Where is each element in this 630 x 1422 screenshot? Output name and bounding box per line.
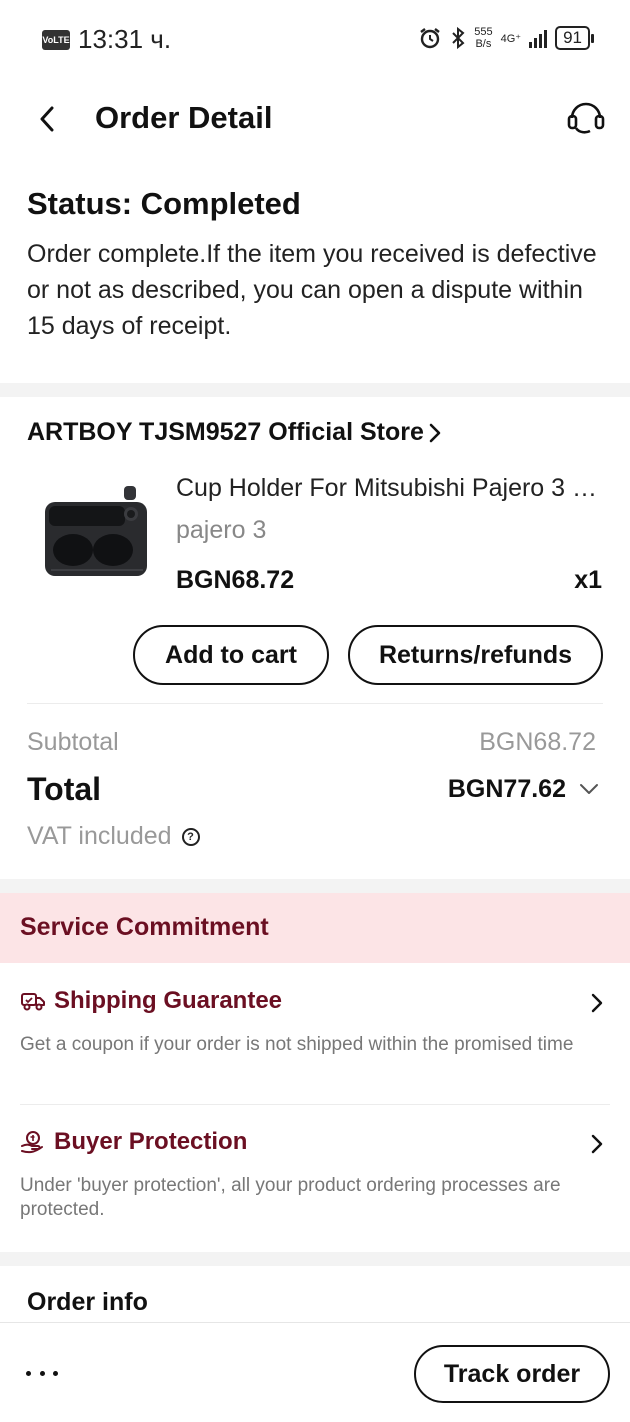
product-price: BGN68.72 <box>176 566 295 594</box>
app-header: Order Detail <box>0 82 630 154</box>
status-bar: VoLTE 13:31 ч. 555 B/s 4G⁺ 91 <box>0 0 630 80</box>
subtotal-label: Subtotal <box>27 728 119 756</box>
section-divider <box>0 383 630 397</box>
status-description: Order complete.If the item you received … <box>27 240 597 340</box>
shipping-guarantee-title: Shipping Guarantee <box>54 987 283 1014</box>
chevron-right-icon <box>586 991 608 1015</box>
vat-label: VAT included <box>27 822 172 850</box>
network-speed: 555 B/s <box>474 26 493 50</box>
truck-icon <box>20 988 46 1014</box>
more-options-button[interactable] <box>26 1361 58 1385</box>
returns-refunds-button[interactable]: Returns/refunds <box>348 625 603 685</box>
buyer-protection-item[interactable]: Buyer Protection Under 'buyer protection… <box>20 1128 610 1222</box>
shipping-guarantee-description: Get a coupon if your order is not shippe… <box>20 1034 574 1055</box>
volte-icon: VoLTE <box>42 30 70 50</box>
total-label: Total <box>27 771 102 807</box>
service-commitment-banner: Service Commitment <box>0 893 630 963</box>
product-title[interactable]: Cup Holder For Mitsubishi Pajero 3 Cente… <box>176 474 606 503</box>
divider <box>20 1104 610 1105</box>
product-image[interactable] <box>27 482 159 592</box>
add-to-cart-button[interactable]: Add to cart <box>133 625 329 685</box>
page-title: Order Detail <box>95 100 273 135</box>
vat-row: VAT included ? <box>27 822 200 851</box>
more-dot <box>53 1370 58 1376</box>
shield-hand-icon <box>20 1129 46 1155</box>
shipping-guarantee-item[interactable]: Shipping Guarantee Get a coupon if your … <box>20 987 610 1057</box>
battery-icon: 91 <box>555 26 594 50</box>
buyer-protection-description: Under 'buyer protection', all your produ… <box>20 1175 561 1220</box>
back-button[interactable] <box>30 102 64 136</box>
service-commitment-title: Service Commitment <box>20 913 269 941</box>
product-quantity: x1 <box>574 566 602 594</box>
chevron-right-icon <box>429 423 441 442</box>
total-value[interactable]: BGN77.62 <box>448 775 566 804</box>
headset-icon <box>567 102 605 134</box>
status-title: Status: Completed <box>27 186 301 221</box>
order-info-title: Order info <box>27 1288 148 1316</box>
chevron-left-icon <box>40 106 54 132</box>
track-order-button[interactable]: Track order <box>414 1345 610 1403</box>
store-name: ARTBOY TJSM9527 Official Store <box>27 418 424 446</box>
bluetooth-icon <box>452 26 465 50</box>
divider <box>27 703 603 704</box>
bottom-action-bar: Track order <box>0 1322 630 1422</box>
section-divider <box>0 879 630 893</box>
total-expand-button[interactable] <box>578 778 600 800</box>
chevron-right-icon <box>586 1132 608 1156</box>
order-status-section: Status: Completed Order complete.If the … <box>27 186 607 344</box>
alarm-icon <box>420 28 440 49</box>
more-dot <box>39 1370 45 1376</box>
help-icon[interactable]: ? <box>181 827 200 846</box>
chevron-down-icon <box>580 784 598 794</box>
more-dot <box>26 1370 31 1376</box>
section-divider <box>0 1252 630 1266</box>
product-variant: pajero 3 <box>176 516 267 544</box>
buyer-protection-title: Buyer Protection <box>54 1128 248 1155</box>
network-type: 4G⁺ <box>500 32 522 45</box>
status-time: 13:31 ч. <box>78 24 172 54</box>
customer-service-button[interactable] <box>564 96 608 140</box>
status-icons: 555 B/s 4G⁺ 91 <box>418 26 594 50</box>
signal-icon <box>529 28 548 48</box>
subtotal-value: BGN68.72 <box>479 728 596 756</box>
store-link[interactable]: ARTBOY TJSM9527 Official Store <box>27 418 442 447</box>
cup-holder-image <box>45 486 147 576</box>
